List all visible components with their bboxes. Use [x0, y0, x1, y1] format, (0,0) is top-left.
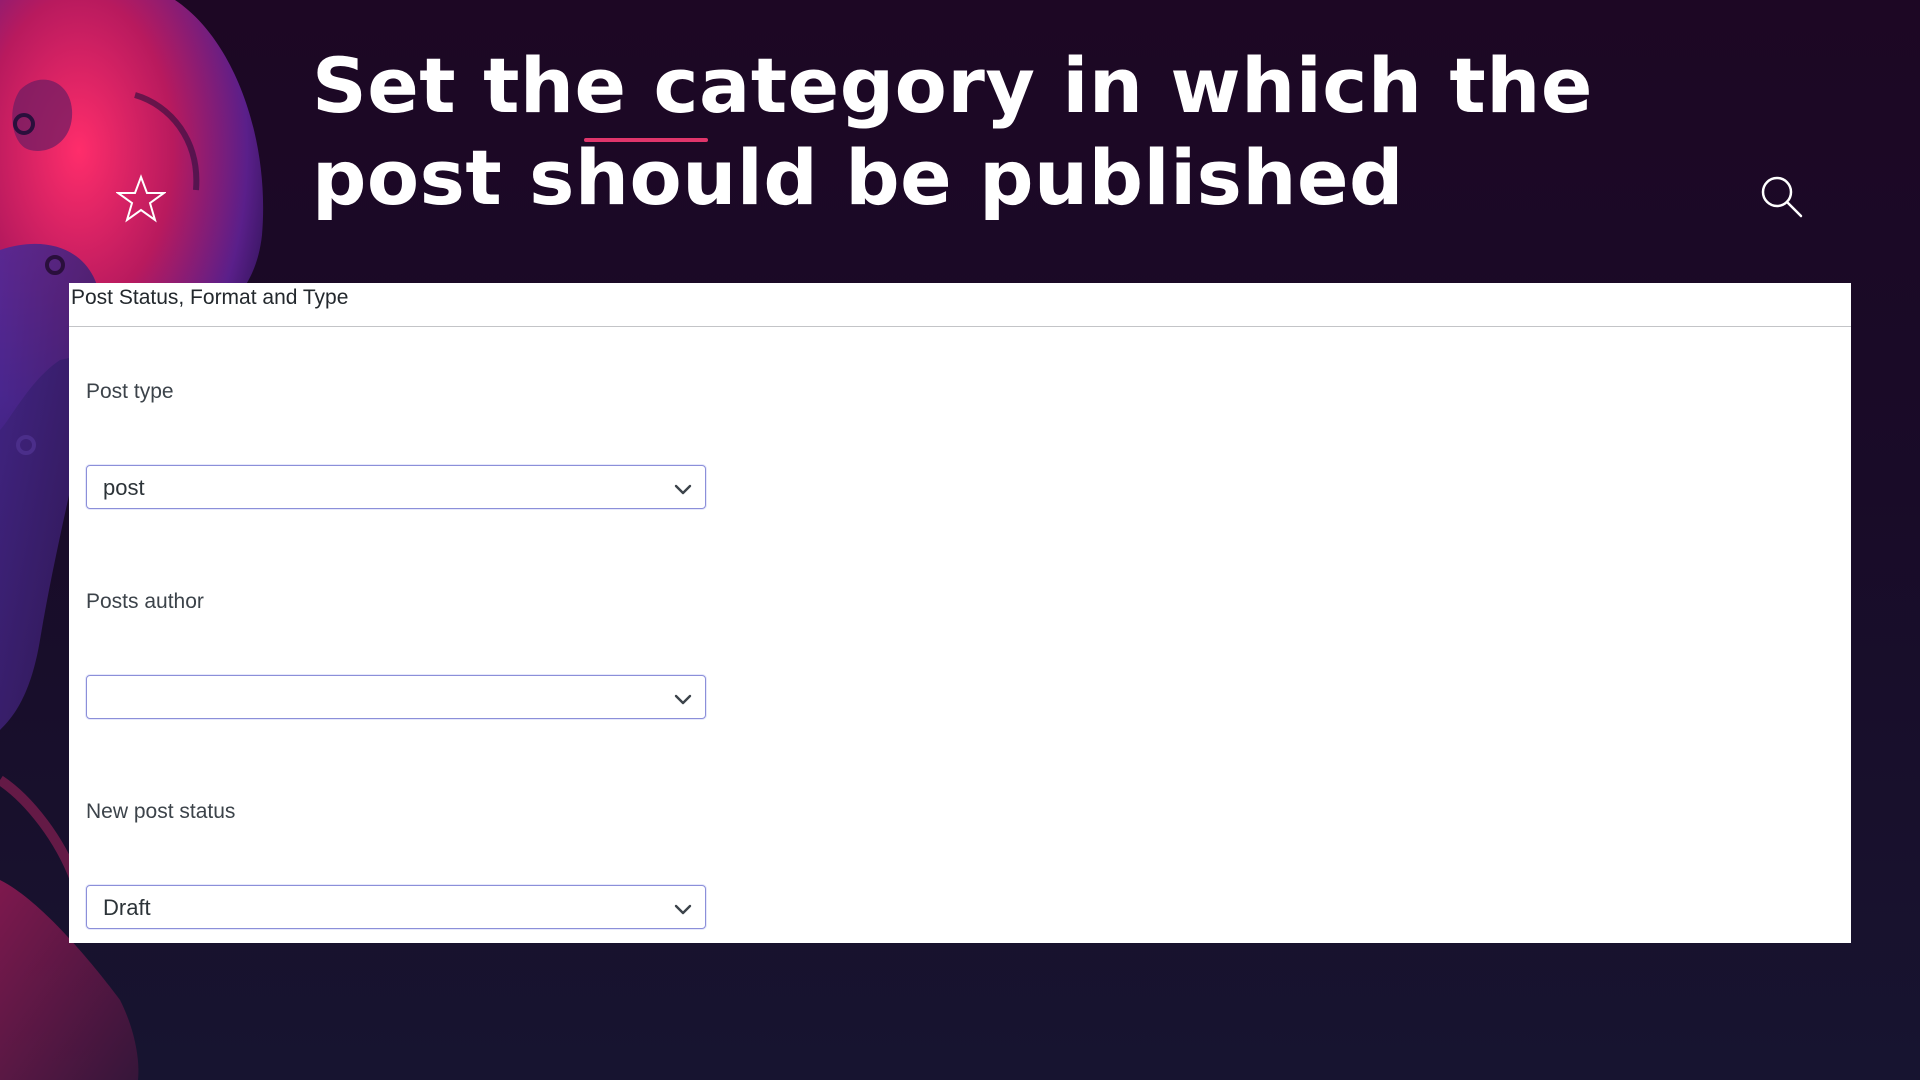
post-type-label: Post type	[86, 380, 174, 403]
search-icon[interactable]	[1760, 175, 1804, 219]
chevron-down-icon	[674, 484, 692, 495]
new-post-status-value: Draft	[103, 895, 151, 920]
slide-title: Set the category in which the post shoul…	[312, 40, 1612, 224]
posts-author-label: Posts author	[86, 590, 204, 613]
star-icon	[116, 174, 166, 223]
post-type-select[interactable]: post	[86, 465, 706, 509]
title-accent-underline	[584, 138, 708, 142]
new-post-status-label: New post status	[86, 800, 236, 823]
chevron-down-icon	[674, 694, 692, 705]
slide-title-line-2: post should be published	[312, 133, 1404, 222]
post-settings-panel: Post Status, Format and Type Post type p…	[69, 283, 1851, 943]
posts-author-select[interactable]	[86, 675, 706, 719]
slide-title-line-1: Set the category in which the	[312, 41, 1593, 130]
post-type-value: post	[103, 475, 145, 500]
panel-header: Post Status, Format and Type	[69, 283, 1851, 327]
new-post-status-select[interactable]: Draft	[86, 885, 706, 929]
chevron-down-icon	[674, 904, 692, 915]
